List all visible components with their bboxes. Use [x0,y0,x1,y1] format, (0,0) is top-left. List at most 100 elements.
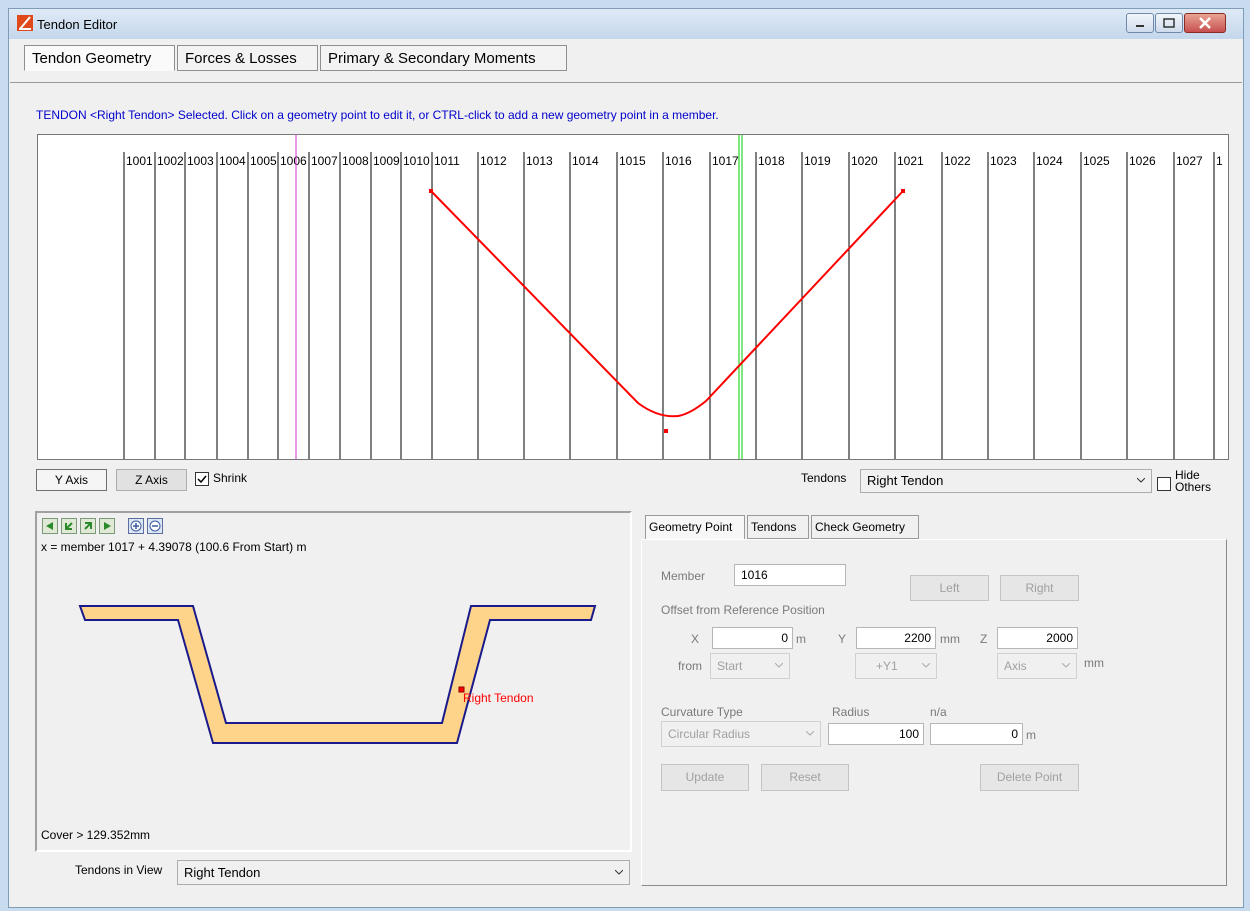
from-label: from [678,659,702,673]
close-icon [1199,17,1211,29]
chevron-down-icon [922,663,930,668]
tab-geometry-point[interactable]: Geometry Point [645,515,745,540]
curvature-type-label: Curvature Type [661,705,743,719]
y-reference-select[interactable]: +Y1 [855,653,937,679]
last-icon[interactable] [99,518,115,534]
cover-text: Cover > 129.352mm [41,828,151,842]
geometry-point[interactable] [901,189,905,193]
member-field[interactable]: 1016 [734,564,846,586]
chevron-down-icon [806,731,814,736]
member-label[interactable]: 1024 [1036,154,1063,168]
member-label[interactable]: 1011 [434,154,460,168]
tendons-label: Tendons [801,471,847,485]
close-button[interactable] [1184,13,1226,33]
section-view[interactable] [35,511,632,852]
member-label[interactable]: 1009 [373,154,400,168]
zoom-out-icon[interactable] [147,518,163,534]
shrink-checkbox[interactable] [195,472,209,486]
tendons-in-view-label: Tendons in View [75,863,163,877]
chevron-down-icon [1137,478,1145,483]
tab-tendon-geometry[interactable]: Tendon Geometry [24,45,175,71]
tendon-elevation-view[interactable]: 1001 1002 1003 1004 1005 1006 1007 1008 1009 1010… [37,134,1229,460]
tab-forces-losses[interactable]: Forces & Losses [177,45,318,71]
member-label[interactable]: 1001 [126,154,153,168]
tendons-select-value: Right Tendon [867,473,944,488]
tendons-in-view-select[interactable]: Right Tendon [177,860,630,885]
hide-others-label: Hide Others [1175,468,1212,494]
selection-hint: TENDON <Right Tendon> Selected. Click on… [36,108,719,122]
chevron-down-icon [1062,663,1070,668]
tendons-select[interactable]: Right Tendon [860,469,1152,493]
shrink-label: Shrink [213,471,248,485]
z-axis-button[interactable]: Z Axis [116,469,187,491]
radius-field[interactable]: 100 [828,723,924,745]
member-label[interactable]: 1013 [526,154,553,168]
member-label[interactable]: 1008 [342,154,369,168]
member-label: Member [661,569,706,583]
z-reference-select[interactable]: Axis [997,653,1077,679]
member-label[interactable]: 1027 [1176,154,1203,168]
member-label[interactable]: 1015 [619,154,646,168]
from-select[interactable]: Start [710,653,790,679]
y-offset-field[interactable]: 2200 [856,627,936,649]
curvature-type-value: Circular Radius [668,727,751,741]
curvature-type-select[interactable]: Circular Radius [661,721,821,747]
geometry-point[interactable] [664,429,668,433]
title-bar: Tendon Editor [9,9,1243,39]
member-label[interactable]: 1010 [403,154,430,168]
geometry-point[interactable] [429,189,433,193]
x-offset-field[interactable]: 0 [712,627,793,649]
member-label[interactable]: 1004 [219,154,246,168]
member-label[interactable]: 1022 [944,154,971,168]
minimize-button[interactable] [1126,13,1154,33]
y-axis-button[interactable]: Y Axis [36,469,107,491]
tab-primary-secondary-moments[interactable]: Primary & Secondary Moments [320,45,567,71]
zoom-in-icon[interactable] [128,518,144,534]
left-button[interactable]: Left [910,575,989,601]
member-label[interactable]: 1020 [851,154,878,168]
member-label[interactable]: 1006 [280,154,307,168]
y-label: Y [838,632,847,646]
member-label[interactable]: 1 [1216,154,1223,168]
member-label[interactable]: 1007 [311,154,338,168]
prev-icon[interactable] [61,518,77,534]
maximize-button[interactable] [1155,13,1183,33]
elevation-canvas[interactable]: 1001 1002 1003 1004 1005 1006 1007 1008 1009 1010… [38,135,1228,459]
section-tendon-label: Right Tendon [463,691,534,705]
delete-point-button[interactable]: Delete Point [980,764,1079,791]
member-label[interactable]: 1003 [187,154,214,168]
member-label[interactable]: 1021 [897,154,924,168]
member-label[interactable]: 1018 [758,154,785,168]
member-label[interactable]: 1023 [990,154,1017,168]
na-label: n/a [930,705,947,719]
app-icon [17,15,33,31]
tendon-profile[interactable] [430,190,904,418]
radius-label: Radius [832,705,870,719]
right-button[interactable]: Right [1000,575,1079,601]
member-label[interactable]: 1005 [250,154,277,168]
member-label[interactable]: 1026 [1129,154,1156,168]
member-label[interactable]: 1025 [1083,154,1110,168]
maximize-icon [1163,18,1175,28]
update-button[interactable]: Update [661,764,749,791]
first-icon[interactable] [42,518,58,534]
y-unit: mm [940,632,960,646]
tab-tendons[interactable]: Tendons [747,515,809,539]
x-label: X [691,632,700,646]
next-icon[interactable] [80,518,96,534]
section-shape [78,605,597,744]
z-reference-value: Axis [1004,659,1027,673]
chevron-down-icon [615,869,623,875]
member-label[interactable]: 1016 [665,154,692,168]
member-label[interactable]: 1017 [712,154,739,168]
tab-check-geometry[interactable]: Check Geometry [811,515,919,539]
reset-button[interactable]: Reset [761,764,849,791]
z-offset-field[interactable]: 2000 [997,627,1078,649]
member-label[interactable]: 1014 [572,154,599,168]
section-canvas[interactable] [37,513,630,850]
member-label[interactable]: 1002 [157,154,184,168]
hide-others-checkbox[interactable] [1157,477,1171,491]
member-label[interactable]: 1012 [480,154,507,168]
na-field[interactable]: 0 [930,723,1023,745]
member-label[interactable]: 1019 [804,154,831,168]
